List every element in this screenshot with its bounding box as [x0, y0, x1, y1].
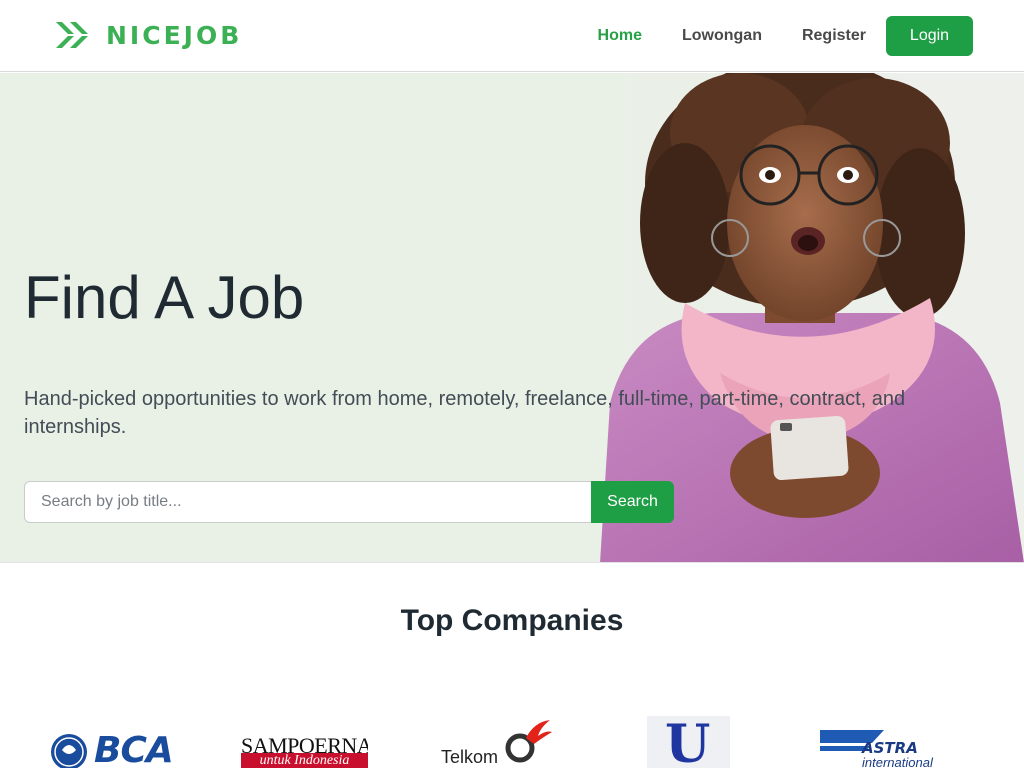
astra-tagline: international — [862, 755, 933, 768]
site-header: NICEJOB Home Lowongan Register Login — [0, 0, 1024, 72]
job-search-form: Search — [24, 481, 674, 523]
bca-wordmark: BCA — [94, 730, 174, 768]
nav-register[interactable]: Register — [802, 16, 866, 56]
company-logo-bca[interactable]: BCA — [50, 728, 175, 768]
company-logo-astra[interactable]: ASTRA international — [820, 729, 940, 768]
brand-name: NICEJOB — [106, 20, 243, 50]
job-search-input[interactable] — [24, 481, 591, 523]
brand-logo[interactable]: NICEJOB — [56, 20, 242, 50]
hero-title: Find A Job — [24, 264, 305, 331]
hero-section: Find A Job Hand-picked opportunities to … — [0, 73, 1024, 563]
section-title-top-companies: Top Companies — [400, 604, 624, 637]
company-logo-telkom[interactable]: Telkom — [440, 718, 555, 768]
hero-subtitle: Hand-picked opportunities to work from h… — [24, 388, 906, 438]
main-nav: Home Lowongan Register Login — [598, 16, 973, 56]
sampoerna-tagline: untuk Indonesia — [241, 753, 368, 768]
nav-home[interactable]: Home — [598, 16, 642, 56]
telkom-wordmark: Telkom — [441, 747, 499, 767]
login-button[interactable]: Login — [886, 16, 973, 56]
search-button[interactable]: Search — [591, 481, 674, 523]
company-logo-unilever[interactable]: U — [647, 716, 730, 768]
company-logo-sampoerna[interactable]: SAMPOERNA untuk Indonesia — [241, 733, 368, 768]
unilever-mark: U — [665, 716, 711, 768]
nav-lowongan[interactable]: Lowongan — [682, 16, 762, 56]
telkom-emblem-icon — [505, 720, 552, 763]
nicejob-x-icon — [56, 22, 88, 48]
